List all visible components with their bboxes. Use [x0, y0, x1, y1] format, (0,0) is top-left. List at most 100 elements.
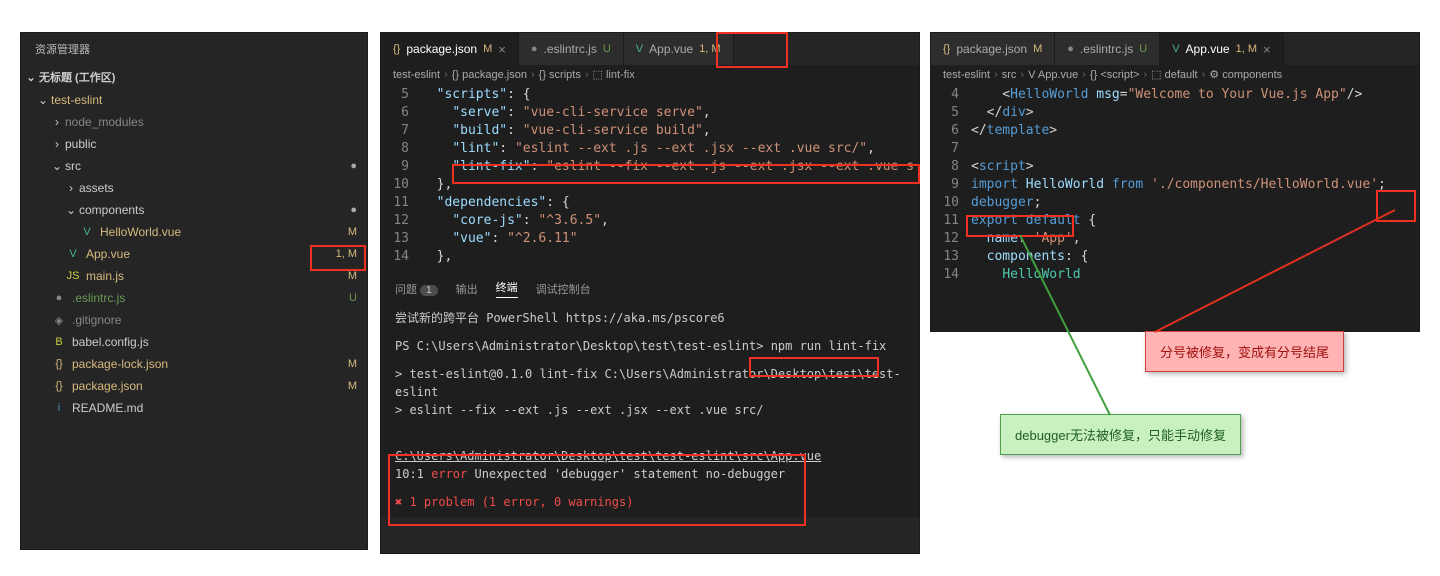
editor-tab[interactable]: {}package.jsonM× [381, 33, 519, 65]
tree-item[interactable]: VApp.vue1, M [27, 243, 367, 265]
file-icon: B [51, 336, 67, 348]
tree-item-label: main.js [86, 269, 348, 283]
chevron-icon: ⌄ [37, 93, 49, 107]
editor-tab[interactable]: VApp.vue1, M [624, 33, 734, 65]
callout-green: debugger无法被修复，只能手动修复 [1000, 414, 1241, 455]
breadcrumb[interactable]: test-eslint›src›V App.vue›{} <script>›⬚ … [931, 65, 1419, 84]
scm-flag: M [1033, 43, 1042, 55]
line-number: 8 [931, 158, 971, 176]
line-number: 6 [931, 122, 971, 140]
line-number: 12 [381, 212, 421, 230]
chevron-down-icon: ⌄ [25, 71, 37, 84]
code-line: 11export default { [931, 212, 1419, 230]
tree-item-label: .gitignore [72, 313, 367, 327]
breadcrumb-item[interactable]: ⬚ lint-fix [593, 68, 635, 81]
tree-item[interactable]: VHelloWorld.vueM [27, 221, 367, 243]
line-number: 11 [931, 212, 971, 230]
line-number: 6 [381, 104, 421, 122]
tree-item[interactable]: ⌄src● [27, 155, 367, 177]
code-line: 13 components: { [931, 248, 1419, 266]
terminal[interactable]: 尝试新的跨平台 PowerShell https://aka.ms/pscore… [381, 303, 919, 517]
chevron-icon: ⌄ [51, 159, 63, 173]
tree-item-label: assets [79, 181, 367, 195]
code-editor[interactable]: 4 <HelloWorld msg="Welcome to Your Vue.j… [931, 84, 1419, 324]
line-number: 10 [381, 176, 421, 194]
breadcrumb-item[interactable]: src [1002, 69, 1017, 81]
editor-tab[interactable]: VApp.vue1, M× [1160, 33, 1283, 65]
tree-item[interactable]: ◈.gitignore [27, 309, 367, 331]
line-number: 4 [931, 86, 971, 104]
file-icon: V [1172, 43, 1179, 55]
file-icon: {} [51, 358, 67, 370]
tab-debug-console[interactable]: 调试控制台 [536, 281, 591, 297]
file-icon: V [65, 248, 81, 260]
scm-flag: U [1139, 43, 1147, 55]
code-line: 9import HelloWorld from './components/He… [931, 176, 1419, 194]
code-line: 5 </div> [931, 104, 1419, 122]
breadcrumb-item[interactable]: {} scripts [539, 69, 581, 81]
breadcrumb-item[interactable]: ⬚ default [1151, 68, 1197, 81]
close-icon[interactable]: × [498, 42, 506, 57]
code-line: 10debugger; [931, 194, 1419, 212]
line-number: 8 [381, 140, 421, 158]
code-line: 4 <HelloWorld msg="Welcome to Your Vue.j… [931, 86, 1419, 104]
tree-item[interactable]: JSmain.jsM [27, 265, 367, 287]
tab-label: .eslintrc.js [544, 42, 597, 56]
breadcrumb-item[interactable]: test-eslint [393, 69, 440, 81]
tree-item-label: components [79, 203, 350, 217]
line-number: 14 [931, 266, 971, 284]
scm-badge: U [349, 292, 367, 304]
tree-item-label: public [65, 137, 367, 151]
tree-item[interactable]: ⌄test-eslint [27, 89, 367, 111]
line-number: 5 [931, 104, 971, 122]
tree-item[interactable]: {}package-lock.jsonM [27, 353, 367, 375]
tree-item[interactable]: ›public [27, 133, 367, 155]
tab-terminal[interactable]: 终端 [496, 279, 518, 298]
scm-flag: U [603, 43, 611, 55]
code-line: 9 "lint-fix": "eslint --fix --ext .js --… [381, 158, 919, 176]
line-number: 12 [931, 230, 971, 248]
code-line: 12 name: 'App', [931, 230, 1419, 248]
editor-tabs: {}package.jsonM×●.eslintrc.jsUVApp.vue1,… [381, 33, 919, 65]
editor-tab[interactable]: ● .eslintrc.js U [519, 33, 624, 65]
tree-item-label: babel.config.js [72, 335, 367, 349]
breadcrumb-item[interactable]: {} package.json [452, 69, 527, 81]
tree-item[interactable]: ›assets [27, 177, 367, 199]
line-number: 11 [381, 194, 421, 212]
tree-item-label: test-eslint [51, 93, 367, 107]
panel-tabs: 问题 1 输出 终端 调试控制台 [381, 274, 919, 303]
file-icon: ● [531, 43, 538, 55]
tree-item[interactable]: {}package.jsonM [27, 375, 367, 397]
tree-item[interactable]: ●.eslintrc.jsU [27, 287, 367, 309]
code-line: 13 "vue": "^2.6.11" [381, 230, 919, 248]
breadcrumb-item[interactable]: ⚙ components [1209, 68, 1282, 81]
tab-problems[interactable]: 问题 1 [395, 281, 438, 297]
breadcrumb[interactable]: test-eslint›{} package.json›{} scripts›⬚… [381, 65, 919, 84]
breadcrumb-item[interactable]: V App.vue [1028, 69, 1078, 81]
tree-item[interactable]: ›node_modules [27, 111, 367, 133]
code-line: 7 [931, 140, 1419, 158]
line-number: 10 [931, 194, 971, 212]
line-number: 9 [381, 158, 421, 176]
tree-item-label: node_modules [65, 115, 367, 129]
editor-tab[interactable]: {}package.jsonM [931, 33, 1055, 65]
breadcrumb-item[interactable]: test-eslint [943, 69, 990, 81]
tree-item[interactable]: ⌄components● [27, 199, 367, 221]
code-line: 7 "build": "vue-cli-service build", [381, 122, 919, 140]
breadcrumb-item[interactable]: {} <script> [1090, 69, 1140, 81]
tab-output[interactable]: 输出 [456, 281, 478, 297]
tree-item-label: src [65, 159, 350, 173]
code-line: 11 "dependencies": { [381, 194, 919, 212]
terminal-line: > test-eslint@0.1.0 lint-fix C:\Users\Ad… [395, 365, 905, 401]
tab-label: App.vue [649, 42, 693, 56]
tree-item[interactable]: Bbabel.config.js [27, 331, 367, 353]
line-number: 5 [381, 86, 421, 104]
scm-flag: 1, M [699, 43, 720, 55]
editor-tab[interactable]: ●.eslintrc.jsU [1055, 33, 1160, 65]
scm-badge: 1, M [336, 248, 367, 260]
code-editor[interactable]: 5 "scripts": {6 "serve": "vue-cli-servic… [381, 84, 919, 274]
explorer-pane: 资源管理器 ⌄ 无标题 (工作区) ⌄test-eslint›node_modu… [20, 32, 368, 550]
close-icon[interactable]: × [1263, 42, 1271, 57]
tree-item[interactable]: iREADME.md [27, 397, 367, 419]
workspace-header[interactable]: ⌄ 无标题 (工作区) [21, 65, 367, 89]
